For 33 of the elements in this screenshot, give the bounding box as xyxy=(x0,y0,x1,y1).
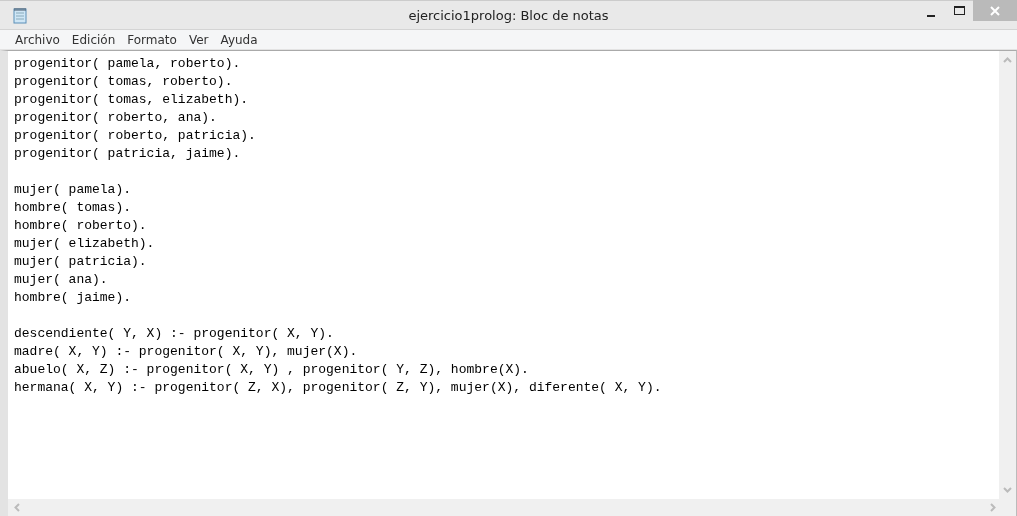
close-icon xyxy=(989,5,1001,16)
scroll-left-icon[interactable] xyxy=(14,503,20,512)
code-line: mujer( elizabeth). xyxy=(14,235,155,253)
code-line: madre( X, Y) :- progenitor( X, Y), mujer(X). xyxy=(14,343,358,361)
notepad-icon xyxy=(12,6,28,24)
code-line: mujer( pamela). xyxy=(14,181,132,199)
menu-item[interactable]: Formato xyxy=(122,32,182,47)
minimize-icon xyxy=(927,14,935,17)
code-line: hombre( tomas). xyxy=(14,199,132,217)
scroll-up-icon[interactable] xyxy=(1003,57,1012,63)
menu-item[interactable]: Ver xyxy=(183,32,214,47)
code-line: progenitor( roberto, patricia). xyxy=(14,127,256,145)
code-line: hermana( X, Y) :- progenitor( Z, X), progenitor( Z, Y), mujer(X), diferente( X, Y). xyxy=(14,379,662,397)
vertical-scrollbar[interactable] xyxy=(999,51,1016,499)
code-line: hombre( roberto). xyxy=(14,217,147,235)
code-line: progenitor( patricia, jaime). xyxy=(14,145,241,163)
menu-item[interactable]: Ayuda xyxy=(215,32,263,47)
window-title: ejercicio1prolog: Bloc de notas xyxy=(408,8,609,23)
menu-item[interactable]: Archivo xyxy=(10,32,65,47)
menu-item[interactable]: Edición xyxy=(66,32,121,47)
scroll-right-icon[interactable] xyxy=(990,503,996,512)
code-line: progenitor( pamela, roberto). xyxy=(14,55,241,73)
horizontal-scrollbar[interactable] xyxy=(8,499,1016,516)
code-line: mujer( ana). xyxy=(14,271,108,289)
scroll-down-icon[interactable] xyxy=(1003,487,1012,493)
code-line: mujer( patricia). xyxy=(14,253,147,271)
code-line: descendiente( Y, X) :- progenitor( X, Y). xyxy=(14,325,334,343)
code-line: progenitor( roberto, ana). xyxy=(14,109,217,127)
code-line: progenitor( tomas, elizabeth). xyxy=(14,91,249,109)
code-line: abuelo( X, Z) :- progenitor( X, Y) , progenitor( Y, Z), hombre(X). xyxy=(14,361,529,379)
code-line: progenitor( tomas, roberto). xyxy=(14,73,233,91)
code-line: hombre( jaime). xyxy=(14,289,132,307)
maximize-icon xyxy=(953,5,965,16)
